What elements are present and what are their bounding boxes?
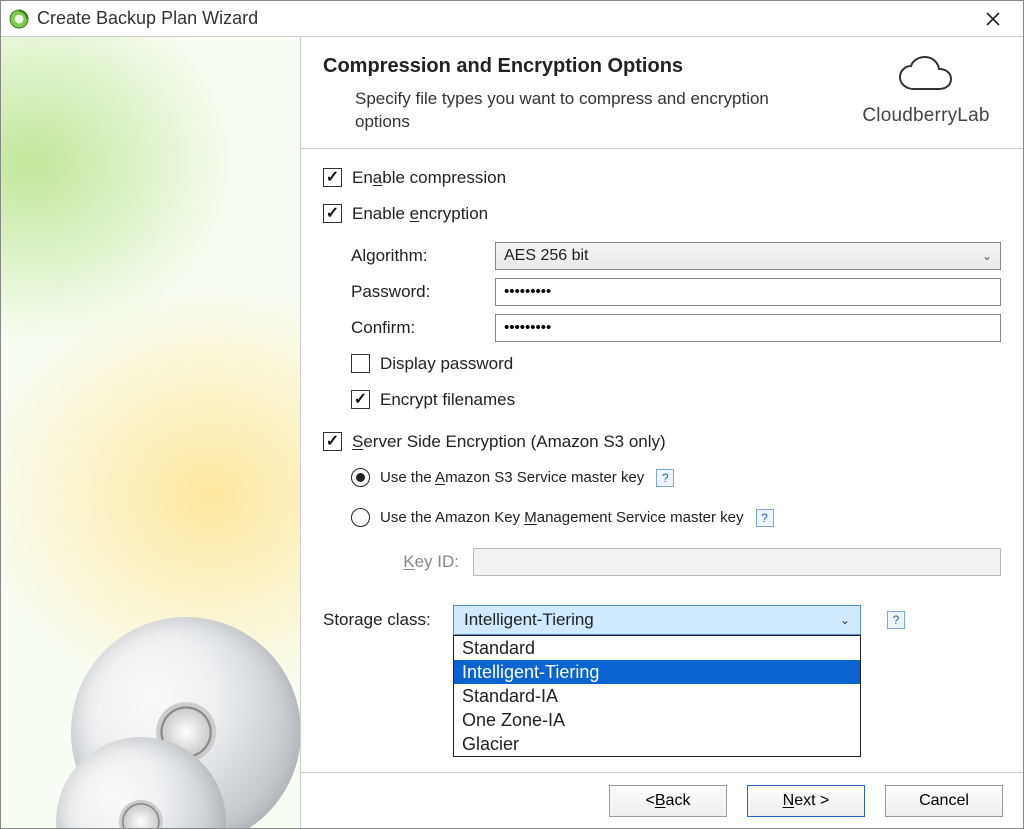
wizard-sidebar-graphic [1,37,301,828]
algorithm-label: Algorithm: [351,246,481,266]
brand-block: CloudberryLab [851,55,1001,127]
page-header: Compression and Encryption Options Speci… [301,37,1023,149]
display-password-label: Display password [380,354,513,374]
algorithm-select[interactable]: AES 256 bit ⌄ [495,242,1001,270]
form-area: Enable compression Enable encryption Alg… [301,149,1023,772]
key-id-label: Key ID: [379,552,459,572]
algorithm-row: Algorithm: AES 256 bit ⌄ [323,241,1001,271]
password-label: Password: [351,282,481,302]
storage-class-dropdown: Standard Intelligent-Tiering Standard-IA… [453,635,861,757]
enable-encryption-checkbox[interactable]: Enable encryption [323,204,488,224]
algorithm-value: AES 256 bit [504,247,589,265]
wizard-footer: < Back Next > Cancel [301,772,1023,828]
sse-kms-label: Use the Amazon Key Management Service ma… [380,509,744,526]
enable-compression-checkbox[interactable]: Enable compression [323,168,506,188]
checkbox-icon [323,432,342,451]
storage-row: Storage class: Intelligent-Tiering ⌄ Sta… [323,605,1001,635]
help-icon[interactable]: ? [887,611,905,629]
checkbox-icon [323,204,342,223]
checkbox-icon [351,390,370,409]
storage-option-one-zone-ia[interactable]: One Zone-IA [454,708,860,732]
chevron-down-icon: ⌄ [982,249,992,263]
wizard-body: Compression and Encryption Options Speci… [1,37,1023,828]
storage-class-label: Storage class: [323,610,439,630]
storage-class-combo[interactable]: Intelligent-Tiering ⌄ Standard Intellige… [453,605,861,635]
help-icon[interactable]: ? [656,469,674,487]
confirm-input[interactable] [495,314,1001,342]
encrypt-filenames-label: Encrypt filenames [380,390,515,410]
sse-checkbox[interactable]: Server Side Encryption (Amazon S3 only) [323,432,666,452]
window-title: Create Backup Plan Wizard [37,8,971,29]
sse-kms-radio[interactable]: Use the Amazon Key Management Service ma… [351,508,744,527]
close-icon [986,12,1000,26]
page-title: Compression and Encryption Options [323,55,835,78]
radio-icon [351,508,370,527]
app-icon [9,9,29,29]
key-id-input [473,548,1001,576]
brand-name: CloudberryLab [851,105,1001,127]
checkbox-icon [323,168,342,187]
confirm-row: Confirm: [323,313,1001,343]
sse-master-radio[interactable]: Use the Amazon S3 Service master key [351,468,644,487]
display-password-checkbox[interactable]: Display password [351,354,513,374]
enable-compression-label: Enable compression [352,168,506,188]
storage-class-display[interactable]: Intelligent-Tiering ⌄ [453,605,861,635]
password-row: Password: [323,277,1001,307]
help-icon[interactable]: ? [756,509,774,527]
confirm-label: Confirm: [351,318,481,338]
checkbox-icon [351,354,370,373]
next-button[interactable]: Next > [747,785,865,817]
close-button[interactable] [971,3,1015,35]
radio-icon [351,468,370,487]
encrypt-filenames-checkbox[interactable]: Encrypt filenames [351,390,515,410]
chevron-down-icon: ⌄ [840,613,850,627]
sse-label: Server Side Encryption (Amazon S3 only) [352,432,666,452]
wizard-content: Compression and Encryption Options Speci… [301,37,1023,828]
storage-option-standard-ia[interactable]: Standard-IA [454,684,860,708]
storage-option-intelligent-tiering[interactable]: Intelligent-Tiering [454,660,860,684]
page-subtitle: Specify file types you want to compress … [323,88,783,134]
sse-master-label: Use the Amazon S3 Service master key [380,469,644,486]
cloud-icon [851,55,1001,103]
wizard-window: Create Backup Plan Wizard Compression an… [0,0,1024,829]
cancel-button[interactable]: Cancel [885,785,1003,817]
back-button[interactable]: < Back [609,785,727,817]
enable-encryption-label: Enable encryption [352,204,488,224]
storage-class-value: Intelligent-Tiering [464,610,594,630]
password-input[interactable] [495,278,1001,306]
storage-option-standard[interactable]: Standard [454,636,860,660]
titlebar: Create Backup Plan Wizard [1,1,1023,37]
storage-option-glacier[interactable]: Glacier [454,732,860,756]
